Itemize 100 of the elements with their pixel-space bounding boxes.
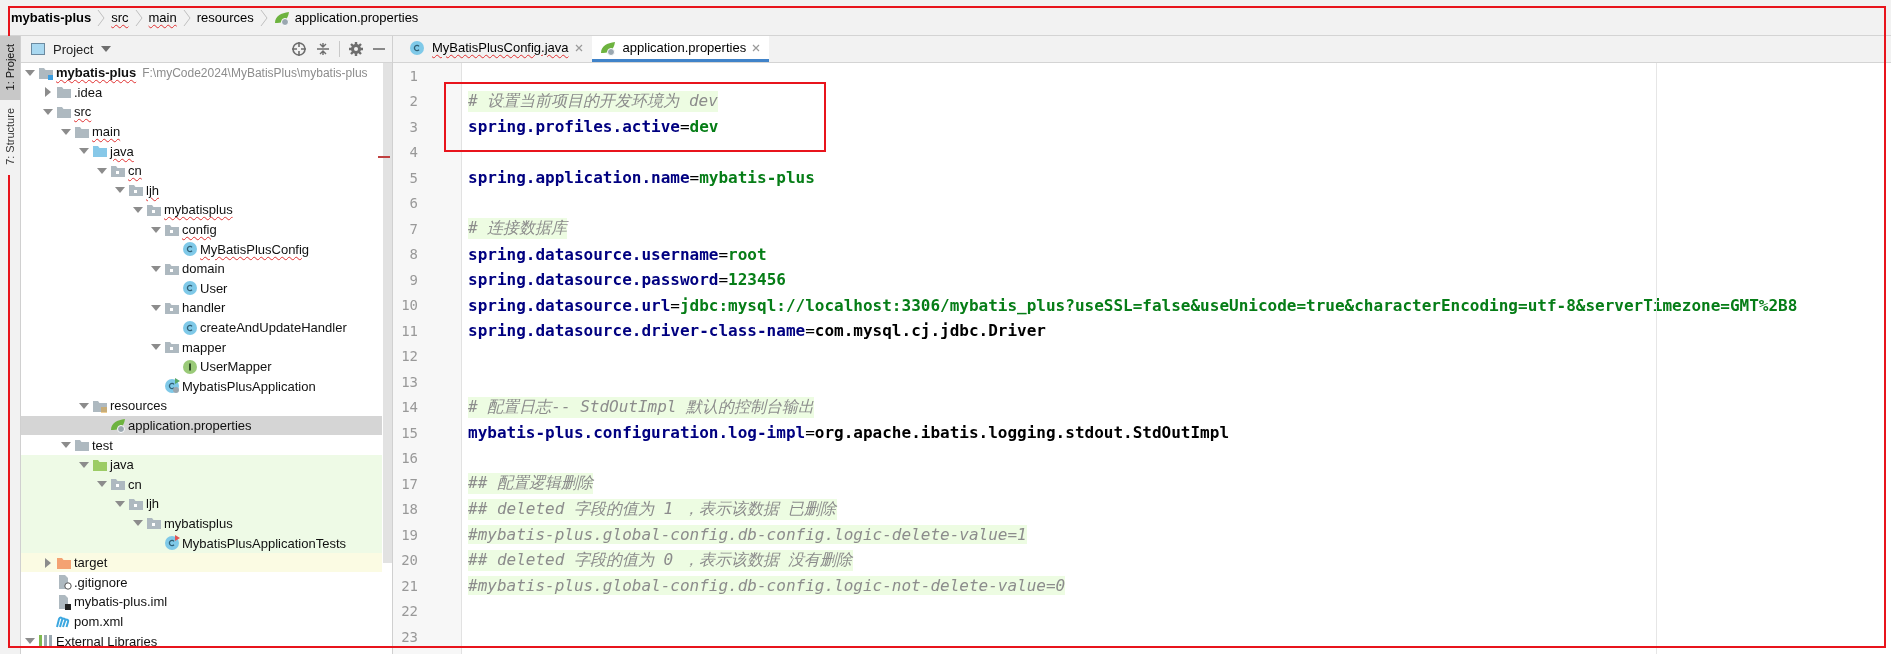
chevron-icon [134, 8, 143, 27]
tree-row[interactable]: mybatisplus [21, 513, 382, 534]
breadcrumb-item[interactable]: src [111, 10, 129, 25]
close-icon[interactable] [573, 42, 584, 53]
editor-tab[interactable]: application.properties [591, 36, 770, 62]
caret-icon[interactable] [101, 46, 112, 52]
tree-row[interactable]: application.properties [21, 415, 382, 436]
tree-row[interactable]: ljh [21, 494, 382, 514]
tree-row[interactable]: java [21, 454, 382, 475]
tree-label: handler [182, 300, 226, 316]
tree-label: MyBatisPlusConfig [200, 241, 310, 257]
tree-row[interactable]: target [21, 552, 382, 573]
tree-row[interactable]: test [21, 435, 382, 455]
tree-row[interactable]: User [21, 278, 382, 299]
line-number: 12 [401, 348, 418, 365]
line-number: 11 [401, 322, 418, 339]
tree-label: application.properties [128, 418, 252, 433]
class-icon [409, 39, 425, 56]
line-number: 9 [409, 271, 418, 288]
tree-row[interactable]: .gitignore [21, 572, 382, 593]
property-key: spring.datasource.password [468, 270, 719, 290]
folder-icon [164, 339, 180, 356]
folder-icon [74, 437, 90, 454]
code-comment: # 连接数据库 [468, 218, 568, 240]
line-number: 3 [409, 118, 418, 135]
folder-icon [56, 84, 72, 101]
tree-row[interactable]: cn [21, 160, 382, 181]
tool-window-tab[interactable]: 1: Project [0, 36, 20, 101]
tree-row[interactable]: mapper [21, 337, 382, 357]
line-number: 6 [409, 195, 418, 212]
property-value: 123456 [728, 270, 786, 290]
collapse-icon[interactable] [315, 41, 331, 57]
equals-sign: = [805, 423, 815, 443]
property-key: mybatis-plus.configuration.log-impl [468, 423, 806, 443]
equals-sign: = [689, 168, 700, 188]
line-number: 7 [409, 220, 418, 237]
tree-row[interactable]: MybatisPlusApplication [21, 376, 382, 397]
tree-row[interactable]: mybatis-plus.iml [21, 592, 382, 612]
line-number: 20 [401, 552, 418, 569]
editor-tab[interactable]: MyBatisPlusConfig.java [401, 36, 592, 62]
line-number: 1 [409, 67, 418, 84]
tree-label: src [74, 104, 92, 120]
breadcrumb-item[interactable]: resources [196, 10, 254, 25]
tree-row[interactable]: domain [21, 258, 382, 279]
tree-row[interactable]: resources [21, 396, 382, 416]
tree-label: main [92, 124, 121, 140]
breadcrumb-item[interactable]: application.properties [294, 10, 419, 25]
leaf-icon [599, 39, 616, 56]
property-key: spring.datasource.url [468, 295, 671, 315]
property-key: spring.datasource.username [468, 244, 719, 264]
tree-label: java [110, 457, 134, 473]
panel-title[interactable]: Project [53, 41, 94, 57]
tree-row[interactable]: handler [21, 298, 382, 318]
tree-label: ljh [146, 496, 159, 512]
code-comment: #mybatis-plus.global-config.db-config.logic-delete-value=1 [468, 525, 1027, 545]
tree-label: mybatisplus [164, 202, 233, 218]
tree-row[interactable]: config [21, 219, 382, 240]
property-key: spring.datasource.driver-class-name [468, 321, 806, 341]
tree-label: .gitignore [74, 574, 128, 590]
property-key: spring.profiles.active [468, 117, 680, 137]
line-number: 10 [401, 297, 418, 314]
tree-row[interactable]: ljh [21, 180, 382, 201]
tree-row[interactable]: External Libraries [21, 631, 382, 651]
tree-row[interactable]: MybatisPlusApplicationTests [21, 533, 382, 553]
tree-row[interactable]: mybatisplus [21, 200, 382, 220]
breadcrumb-item[interactable]: main [148, 10, 177, 25]
line-number: 21 [401, 577, 418, 594]
tree-row[interactable]: MyBatisPlusConfig [21, 239, 382, 259]
close-icon[interactable] [751, 42, 762, 53]
line-number: 16 [401, 450, 418, 467]
tree-row[interactable]: cn [21, 474, 382, 495]
code-comment: # 配置日志-- StdOutImpl 默认的控制台输出 [468, 396, 815, 418]
locate-icon[interactable] [291, 41, 307, 57]
tree-row[interactable]: UserMapper [21, 356, 382, 377]
property-value: dev [689, 117, 719, 137]
tree-row[interactable]: .idea [21, 82, 382, 103]
class-icon [182, 319, 198, 336]
tree-row[interactable]: java [21, 141, 382, 161]
tree-row[interactable]: mybatis-plus F:\myCode2024\MyBatisPlus\mybatis-plus [21, 63, 382, 83]
tree-row[interactable]: pom.xml [21, 611, 382, 632]
scrollbar[interactable] [383, 63, 392, 563]
line-number: 17 [401, 475, 418, 492]
class-icon [182, 280, 198, 297]
chevron-icon [259, 8, 268, 27]
tree-label: java [110, 143, 134, 159]
breadcrumb-item[interactable]: mybatis-plus [11, 10, 92, 25]
tree-label: pom.xml [74, 613, 124, 629]
tree-label: config [182, 222, 217, 238]
property-value: root [728, 244, 767, 264]
tree-label: mapper [182, 339, 227, 355]
tree-row[interactable]: main [21, 121, 382, 142]
tree-row[interactable]: src [21, 102, 382, 122]
line-number: 19 [401, 526, 418, 543]
folder-icon [92, 143, 108, 160]
tree-label: UserMapper [200, 359, 272, 375]
settings-icon[interactable] [348, 41, 364, 57]
code-comment: # 设置当前项目的开发环境为 dev [468, 90, 718, 112]
folder-icon [128, 182, 144, 199]
tree-row[interactable]: createAndUpdateHandler [21, 317, 382, 338]
equals-sign: = [670, 295, 680, 315]
